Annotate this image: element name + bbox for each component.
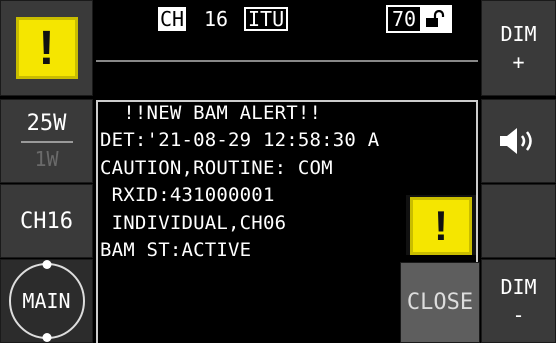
volume-level: 70 — [392, 7, 417, 31]
dim-decrease-button[interactable]: DIM - — [481, 259, 556, 343]
close-label: CLOSE — [406, 290, 474, 315]
channel-label: CH — [158, 7, 187, 31]
power-divider — [20, 141, 73, 143]
main-knob-ring: MAIN — [8, 260, 85, 342]
alert-line-status: BAM ST:ACTIVE — [100, 239, 252, 261]
status-bar: CH 16 ITU 70 — [96, 0, 478, 62]
dim-down-label: DIM — [500, 275, 537, 299]
channel-number: 16 — [204, 7, 229, 31]
ch16-label: CH16 — [20, 208, 73, 234]
blank-soft-key[interactable] — [481, 184, 556, 258]
power-toggle-button[interactable]: 25W 1W — [0, 99, 93, 183]
dim-increase-button[interactable]: DIM + — [481, 0, 556, 96]
alert-mini-indicator: ! — [406, 195, 476, 255]
speaker-button[interactable] — [481, 99, 556, 183]
main-button[interactable]: MAIN — [0, 259, 93, 343]
ch16-button[interactable]: CH16 — [0, 184, 93, 258]
main-label: MAIN — [22, 289, 71, 313]
exclamation-alert-icon: ! — [15, 17, 78, 79]
speaker-volume-icon — [499, 128, 532, 154]
plus-symbol: + — [512, 50, 525, 74]
knob-top-dot — [42, 260, 51, 269]
alert-line-title: !!NEW BAM ALERT!! — [100, 102, 322, 124]
power-low-label: 1W — [34, 147, 59, 171]
mini-alert-glyph: ! — [434, 202, 448, 249]
alert-line-rxid: RXID:431000001 — [100, 184, 275, 206]
alert-button[interactable]: ! — [0, 0, 93, 96]
minus-symbol: - — [512, 303, 525, 327]
alert-icon-glyph: ! — [38, 21, 55, 75]
alert-line-detected: DET:'21-08-29 12:58:30 A — [100, 129, 380, 151]
volume-indicator: 70 — [386, 5, 453, 33]
band-label: ITU — [244, 7, 289, 31]
alert-line-category: CAUTION,ROUTINE: COM — [100, 157, 333, 179]
unlocked-padlock-icon — [420, 7, 451, 31]
knob-bottom-dot — [42, 333, 51, 342]
exclamation-alert-icon: ! — [410, 197, 472, 255]
alert-line-call-type: INDIVIDUAL,CH06 — [100, 212, 287, 234]
close-button[interactable]: CLOSE — [400, 262, 480, 343]
dim-up-label: DIM — [500, 22, 537, 46]
power-high-label: 25W — [26, 111, 67, 136]
